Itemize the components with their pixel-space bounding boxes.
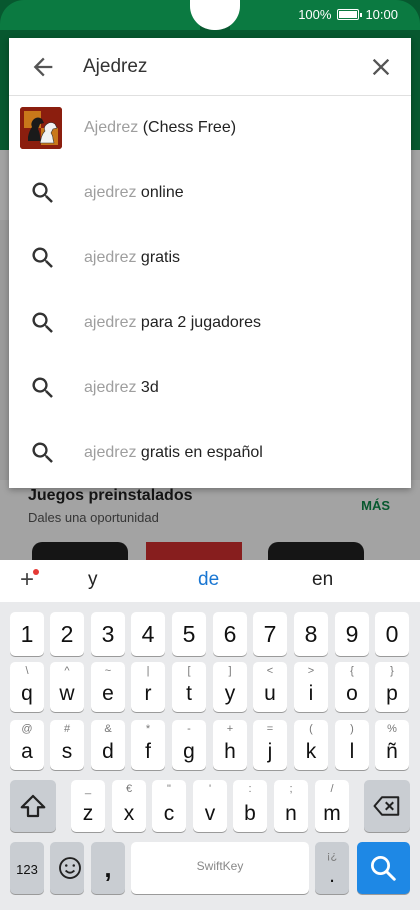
- emoji-key[interactable]: [50, 842, 84, 894]
- key-w[interactable]: ^ w: [50, 662, 84, 712]
- prediction-bar: + y de en: [0, 560, 420, 602]
- key-h[interactable]: + h: [213, 720, 247, 770]
- suggestion-query-part: ajedrez: [84, 249, 137, 266]
- prediction-right[interactable]: en: [312, 569, 333, 591]
- key-p[interactable]: } p: [375, 662, 409, 712]
- suggestion-item[interactable]: ajedrez gratis en español: [9, 421, 411, 486]
- key-m[interactable]: / m: [315, 780, 349, 832]
- suggestion-app-result[interactable]: Ajedrez (Chess Free): [9, 96, 411, 161]
- key-5[interactable]: 5: [172, 612, 206, 656]
- prediction-center[interactable]: de: [198, 569, 219, 591]
- key-6[interactable]: 6: [213, 612, 247, 656]
- comma-key[interactable]: ,: [91, 842, 125, 894]
- key-7[interactable]: 7: [253, 612, 287, 656]
- key-9[interactable]: 9: [335, 612, 369, 656]
- key-g[interactable]: -g: [172, 720, 206, 770]
- key-f[interactable]: * f: [131, 720, 165, 770]
- key-v[interactable]: ' v: [193, 780, 227, 832]
- key-r[interactable]: | r: [131, 662, 165, 712]
- toolbar-expand-button[interactable]: +: [20, 566, 34, 594]
- search-icon: [371, 856, 396, 881]
- key-u[interactable]: < u: [253, 662, 287, 712]
- search-bar: Ajedrez: [9, 38, 411, 96]
- suggestion-completion: (Chess Free): [138, 119, 237, 136]
- suggestion-query-part: ajedrez: [84, 444, 137, 461]
- search-icon: [32, 312, 53, 333]
- back-arrow-icon[interactable]: [29, 53, 57, 81]
- suggestion-item[interactable]: ajedrez 3d: [9, 356, 411, 421]
- shift-key[interactable]: [10, 780, 56, 832]
- key-y[interactable]: ] y: [213, 662, 247, 712]
- suggestion-query-part: Ajedrez: [84, 119, 139, 136]
- space-key[interactable]: SwiftKey: [131, 842, 309, 894]
- suggestion-completion: gratis en español: [136, 444, 263, 461]
- search-icon: [32, 377, 53, 398]
- search-icon: [32, 247, 53, 268]
- battery-level: [339, 11, 358, 18]
- notification-dot: [33, 569, 39, 575]
- emoji-icon: [59, 857, 81, 879]
- suggestion-item[interactable]: ajedrez para 2 jugadores: [9, 291, 411, 356]
- suggestion-completion: online: [136, 184, 184, 201]
- backspace-key[interactable]: [364, 780, 410, 832]
- search-input[interactable]: Ajedrez: [83, 56, 147, 78]
- key-0[interactable]: 0: [375, 612, 409, 656]
- key-e[interactable]: ~ e: [91, 662, 125, 712]
- suggestion-query-part: ajedrez: [84, 184, 137, 201]
- status-indicators: 100% 10:00: [298, 7, 398, 22]
- key-o[interactable]: {o: [335, 662, 369, 712]
- suggestion-completion: gratis: [136, 249, 181, 266]
- key-3[interactable]: 3: [91, 612, 125, 656]
- key-j[interactable]: = j: [253, 720, 287, 770]
- key-k[interactable]: (k: [294, 720, 328, 770]
- key-a[interactable]: @ a: [10, 720, 44, 770]
- status-bar: [0, 0, 200, 30]
- suggestion-query-part: ajedrez: [84, 314, 137, 331]
- key-n-tilde[interactable]: % ñ: [375, 720, 409, 770]
- key-b[interactable]: :b: [233, 780, 267, 832]
- search-suggestions-panel: Ajedrez Ajedrez (Chess Free) ajedrez onl…: [9, 38, 411, 488]
- key-q[interactable]: \ q: [10, 662, 44, 712]
- key-z[interactable]: _ z: [71, 780, 105, 832]
- key-s[interactable]: # s: [50, 720, 84, 770]
- search-icon: [32, 182, 53, 203]
- key-d[interactable]: & d: [91, 720, 125, 770]
- key-n[interactable]: ; n: [274, 780, 308, 832]
- prediction-left[interactable]: y: [88, 569, 98, 591]
- suggestion-item[interactable]: ajedrez online: [9, 161, 411, 226]
- battery-percent: 100%: [298, 7, 332, 22]
- symbols-key[interactable]: 123: [10, 842, 44, 894]
- swiftkey-logo: SwiftKey: [196, 859, 244, 873]
- suggestion-query-part: ajedrez: [84, 379, 137, 396]
- keyboard: + y de en 1 2 3 4 5 6 7 8 9 0 \ q ^ w ~ e |…: [0, 560, 420, 910]
- key-8[interactable]: 8: [294, 612, 328, 656]
- suggestion-completion: para 2 jugadores: [136, 314, 262, 331]
- period-key[interactable]: ¡¿.: [315, 842, 349, 894]
- search-key[interactable]: [357, 842, 410, 894]
- suggestion-completion: 3d: [136, 379, 159, 396]
- search-icon: [32, 442, 53, 463]
- clock: 10:00: [365, 7, 398, 22]
- key-c[interactable]: " c: [152, 780, 186, 832]
- key-4[interactable]: 4: [131, 612, 165, 656]
- chess-app-icon: [20, 107, 62, 149]
- key-1[interactable]: 1: [10, 612, 44, 656]
- battery-icon: [337, 9, 363, 20]
- suggestion-item[interactable]: ajedrez gratis: [9, 226, 411, 291]
- key-t[interactable]: [t: [172, 662, 206, 712]
- backspace-icon: [373, 796, 400, 816]
- shift-icon: [20, 794, 46, 818]
- key-x[interactable]: € x: [112, 780, 146, 832]
- key-i[interactable]: > i: [294, 662, 328, 712]
- key-l[interactable]: ) l: [335, 720, 369, 770]
- close-icon[interactable]: [367, 53, 395, 81]
- key-2[interactable]: 2: [50, 612, 84, 656]
